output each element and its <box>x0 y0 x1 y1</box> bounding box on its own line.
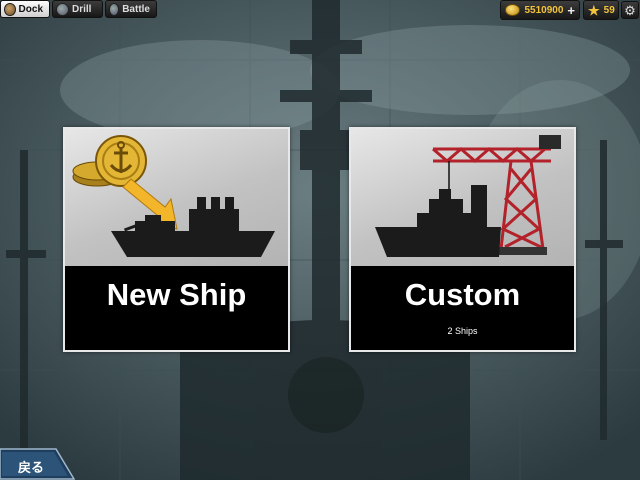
tab-dock[interactable]: Dock <box>0 0 50 18</box>
tab-battle[interactable]: Battle <box>105 0 157 18</box>
custom-illustration <box>351 129 574 266</box>
custom-ship-count: 2 Ships <box>447 326 478 336</box>
coin-icon <box>505 4 521 16</box>
dock-icon <box>4 2 16 16</box>
back-button[interactable]: 戻る <box>0 448 75 480</box>
star-counter: ★ 59 <box>583 0 619 20</box>
custom-title: Custom <box>404 277 521 312</box>
new-ship-card[interactable]: New Ship <box>63 127 290 352</box>
ship-silhouette-icon <box>111 197 275 257</box>
settings-gear-icon[interactable]: ⚙ <box>621 1 639 19</box>
back-button-label: 戻る <box>18 461 45 476</box>
new-ship-illustration <box>65 129 288 266</box>
tab-battle-label: Battle <box>122 3 150 15</box>
new-ship-title: New Ship <box>106 277 247 312</box>
top-tab-bar: Dock Drill Battle <box>0 0 157 20</box>
custom-card[interactable]: Custom 2 Ships <box>349 127 576 352</box>
coin-amount: 5510900 <box>524 4 564 16</box>
battle-icon <box>109 2 120 16</box>
star-amount: 59 <box>603 4 615 16</box>
coin-counter[interactable]: 5510900 + <box>500 0 580 20</box>
tab-drill-label: Drill <box>72 3 92 15</box>
tab-drill[interactable]: Drill <box>52 0 103 18</box>
star-icon: ★ <box>588 2 600 18</box>
tab-dock-label: Dock <box>18 3 43 15</box>
ship-silhouette-icon <box>375 185 501 257</box>
add-coins-button[interactable]: + <box>567 4 575 17</box>
drill-icon <box>56 2 69 16</box>
